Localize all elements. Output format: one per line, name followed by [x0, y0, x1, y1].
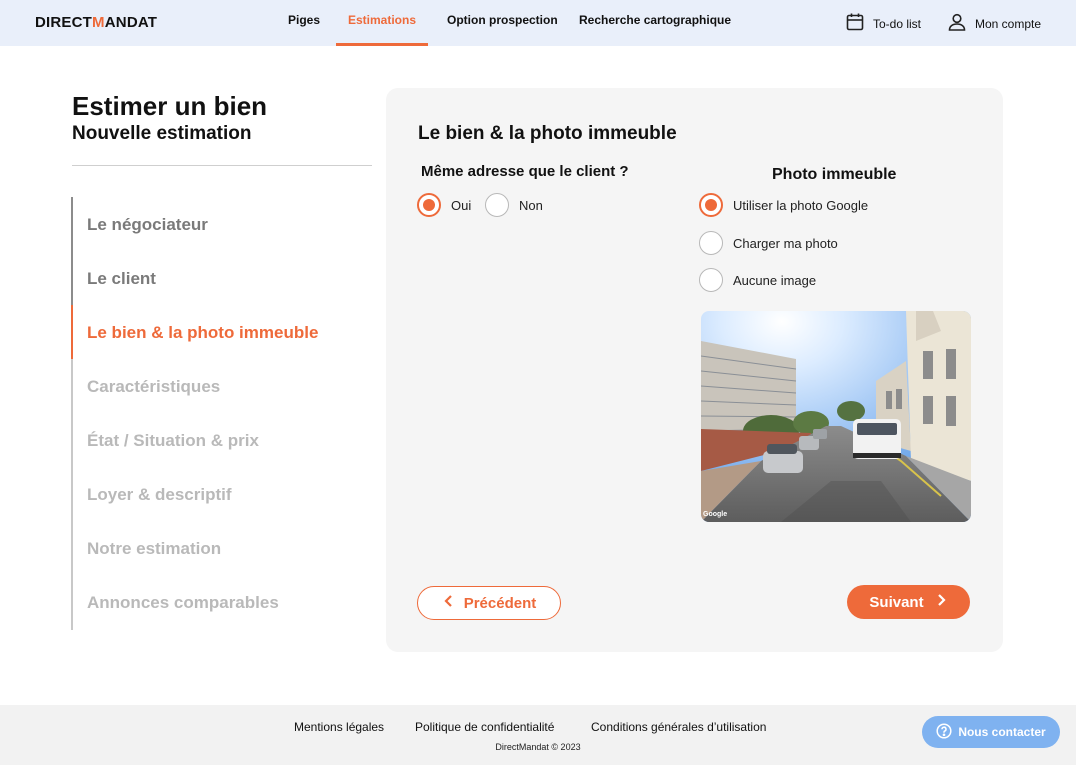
footer: Mentions légales Politique de confidenti…: [0, 705, 1076, 765]
logo[interactable]: DIRECTMANDAT: [35, 14, 157, 31]
account-label: Mon compte: [975, 16, 1042, 31]
chevron-right-icon: [934, 593, 948, 611]
radio-same-address-oui[interactable]: Oui: [417, 193, 471, 217]
radio-photo-none[interactable]: Aucune image: [699, 268, 816, 292]
nav-option-prospection[interactable]: Option prospection: [447, 13, 558, 27]
footer-link-conditions-generales[interactable]: Conditions générales d’utilisation: [591, 720, 766, 734]
calendar-icon: [845, 12, 865, 35]
steps-progress-line-active: [71, 305, 73, 359]
photo-section-title: Photo immeuble: [772, 166, 897, 183]
page-subtitle: Nouvelle estimation: [72, 123, 252, 144]
radio-label: Utiliser la photo Google: [733, 197, 869, 213]
radio-circle: [699, 231, 723, 255]
building-photo: [701, 311, 971, 522]
radio-circle: [699, 193, 723, 217]
radio-label: Charger ma photo: [733, 235, 838, 251]
step-client[interactable]: Le client: [87, 269, 156, 289]
radio-photo-google[interactable]: Utiliser la photo Google: [699, 193, 868, 217]
logo-text-andat: ANDAT: [104, 14, 158, 31]
form-title: Le bien & la photo immeuble: [418, 123, 677, 144]
steps-progress-line-done: [71, 197, 73, 305]
title-divider: [72, 165, 372, 166]
page-title: Estimer un bien: [72, 91, 268, 121]
step-negociateur[interactable]: Le négociateur: [87, 215, 208, 235]
steps-progress-line-todo: [71, 359, 73, 630]
radio-label: Aucune image: [733, 272, 817, 288]
logo-text-m: M: [92, 14, 105, 31]
copyright: DirectMandat © 2023: [495, 742, 581, 752]
top-navigation-bar: DIRECTMANDAT Piges Estimations Option pr…: [0, 0, 1076, 46]
step-notre-estimation[interactable]: Notre estimation: [87, 539, 221, 559]
previous-button-label: Précédent: [463, 594, 537, 612]
nav-piges[interactable]: Piges: [288, 13, 320, 27]
contact-button-label: Nous contacter: [958, 725, 1046, 739]
steps-nav: Le négociateur Le client Le bien & la ph…: [71, 197, 371, 630]
step-annonces-comparables[interactable]: Annonces comparables: [87, 593, 279, 613]
next-button-label: Suivant: [869, 593, 924, 611]
radio-circle: [699, 268, 723, 292]
radio-same-address-non[interactable]: Non: [485, 193, 543, 217]
radio-circle: [485, 193, 509, 217]
account-link[interactable]: Mon compte: [947, 12, 1041, 35]
previous-button[interactable]: Précédent: [417, 586, 561, 620]
step-caracteristiques[interactable]: Caractéristiques: [87, 377, 220, 397]
step-bien-photo[interactable]: Le bien & la photo immeuble: [87, 323, 318, 343]
same-address-question: Même adresse que le client ?: [421, 163, 629, 180]
radio-label: Oui: [451, 197, 472, 213]
photo-watermark: Google: [703, 511, 728, 518]
active-nav-underline: [336, 43, 428, 46]
todo-list-label: To-do list: [873, 16, 922, 31]
radio-label: Non: [519, 197, 543, 213]
todo-list-link[interactable]: To-do list: [845, 12, 921, 35]
radio-circle: [417, 193, 441, 217]
footer-link-mentions-legales[interactable]: Mentions légales: [294, 720, 384, 734]
step-loyer-descriptif[interactable]: Loyer & descriptif: [87, 485, 232, 505]
radio-photo-upload[interactable]: Charger ma photo: [699, 231, 838, 255]
step-etat-situation-prix[interactable]: État / Situation & prix: [87, 431, 259, 451]
logo-text-direct: DIRECT: [35, 14, 93, 31]
footer-link-politique-confidentialite[interactable]: Politique de confidentialité: [415, 720, 554, 734]
nav-recherche-cartographique[interactable]: Recherche cartographique: [579, 13, 731, 27]
help-icon: [936, 722, 952, 742]
chevron-left-icon: [442, 594, 456, 612]
nav-estimations[interactable]: Estimations: [348, 13, 416, 27]
next-button[interactable]: Suivant: [847, 585, 970, 619]
contact-button[interactable]: Nous contacter: [922, 716, 1060, 748]
user-icon: [947, 12, 967, 35]
